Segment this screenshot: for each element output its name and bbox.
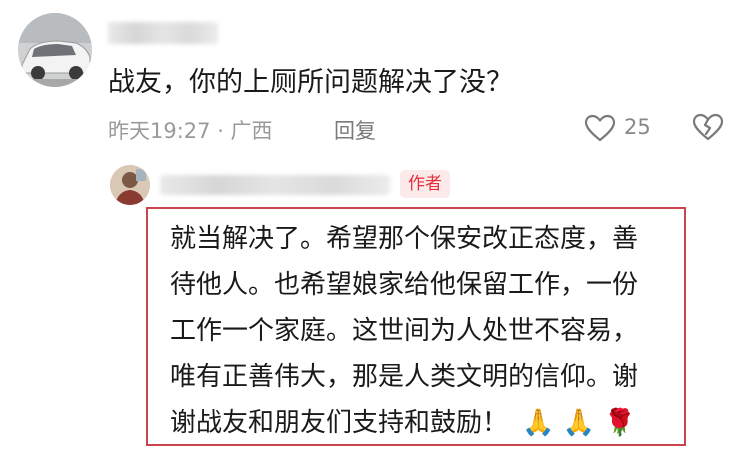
- author-reply-box: 就当解决了。希望那个保安改正态度，善 待他人。也希望娘家给他保留工作，一份 工作…: [146, 207, 686, 446]
- dislike-button[interactable]: [692, 113, 724, 146]
- reply-line-5: 谢战友和朋友们支持和鼓励！ 🙏 🙏 🌹: [170, 402, 636, 439]
- commenter-name-blurred: [108, 22, 218, 44]
- reply-line-5-text: 谢战友和朋友们支持和鼓励！: [170, 408, 509, 438]
- comment-meta-row: 昨天19:27 · 广西 回复 25: [108, 113, 728, 143]
- reply-line-4: 唯有正善伟大，那是人类文明的信仰。谢: [170, 362, 639, 392]
- emoji-praying-hands-icon: 🙏: [522, 408, 555, 438]
- reply-line-3: 工作一个家庭。这世间为人处世不容易，: [170, 316, 639, 346]
- comment-text: 战友，你的上厕所问题解决了没？: [108, 67, 513, 98]
- comment-time-location: 昨天19:27 · 广西: [108, 119, 273, 143]
- reply-line-1: 就当解决了。希望那个保安改正态度，善: [170, 224, 639, 254]
- author-name-blurred: [160, 175, 390, 195]
- like-count: 25: [624, 115, 651, 139]
- reply-line-2: 待他人。也希望娘家给他保留工作，一份: [170, 270, 639, 300]
- reply-button[interactable]: 回复: [334, 115, 376, 145]
- person-photo-icon: [110, 165, 150, 205]
- broken-heart-icon: [692, 113, 724, 141]
- car-photo-icon: [18, 13, 92, 87]
- heart-outline-icon: [584, 114, 616, 142]
- emoji-rose-icon: 🌹: [603, 408, 636, 438]
- author-badge: 作者: [400, 170, 450, 198]
- author-avatar[interactable]: [110, 165, 150, 205]
- emoji-praying-hands-icon: 🙏: [562, 408, 596, 438]
- commenter-avatar[interactable]: [18, 13, 92, 87]
